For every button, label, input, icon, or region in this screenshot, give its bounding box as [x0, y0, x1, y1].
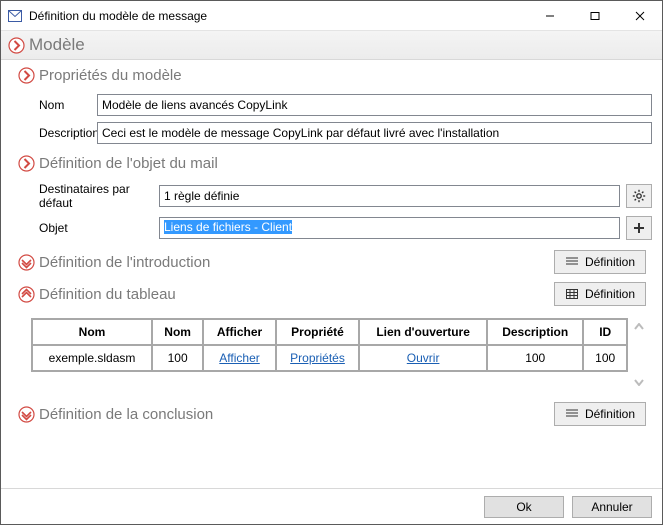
- window-title: Définition du modèle de message: [29, 9, 527, 23]
- label-recipients: Destinataires par défaut: [39, 182, 159, 210]
- td-nom: exemple.sldasm: [32, 345, 152, 371]
- section-table-label: Définition du tableau: [39, 286, 176, 303]
- td-id: 100: [583, 345, 627, 371]
- definition-intro-label: Définition: [585, 255, 635, 269]
- definition-table-label: Définition: [585, 287, 635, 301]
- section-conclusion: Définition de la conclusion Définition: [11, 398, 652, 430]
- row-objet: Objet Liens de fichiers - Client: [39, 216, 652, 240]
- th-3: Propriété: [276, 319, 359, 345]
- th-1: Nom: [152, 319, 203, 345]
- td-nom2: 100: [152, 345, 203, 371]
- maildef-content: Destinataires par défaut 1 règle définie…: [11, 182, 652, 240]
- td-ouvrir: Ouvrir: [359, 345, 487, 371]
- lines-icon: [565, 255, 579, 269]
- recipients-value: 1 règle définie: [159, 185, 620, 207]
- close-button[interactable]: [617, 1, 662, 30]
- scroll-down-icon[interactable]: [634, 374, 644, 390]
- mail-icon: [7, 8, 23, 24]
- add-button[interactable]: [626, 216, 652, 240]
- section-conclusion-label: Définition de la conclusion: [39, 406, 213, 423]
- section-table: Définition du tableau Définition: [11, 278, 652, 310]
- ok-button[interactable]: Ok: [484, 496, 564, 518]
- chevron-down-icon[interactable]: [17, 253, 35, 271]
- definition-conclusion-label: Définition: [585, 407, 635, 421]
- body: Propriétés du modèle Nom Description Déf…: [1, 60, 662, 488]
- nom-input[interactable]: [97, 94, 652, 116]
- th-4: Lien d'ouverture: [359, 319, 487, 345]
- gear-icon: [632, 189, 646, 203]
- th-0: Nom: [32, 319, 152, 345]
- link-propriete[interactable]: Propriétés: [290, 351, 345, 365]
- th-6: ID: [583, 319, 627, 345]
- section-maildef-label: Définition de l'objet du mail: [39, 155, 218, 172]
- cancel-button[interactable]: Annuler: [572, 496, 652, 518]
- maximize-button[interactable]: [572, 1, 617, 30]
- definition-conclusion-button[interactable]: Définition: [554, 402, 646, 426]
- link-ouvrir[interactable]: Ouvrir: [407, 351, 440, 365]
- definition-intro-button[interactable]: Définition: [554, 250, 646, 274]
- section-props-label: Propriétés du modèle: [39, 67, 182, 84]
- chevron-right-icon[interactable]: [17, 154, 35, 172]
- section-main-label: Modèle: [29, 35, 85, 55]
- plus-icon: [633, 222, 645, 234]
- chevron-down-icon[interactable]: [17, 405, 35, 423]
- titlebar: Définition du modèle de message: [1, 1, 662, 31]
- table-scrollbar[interactable]: [630, 318, 648, 390]
- row-recipients: Destinataires par défaut 1 règle définie: [39, 182, 652, 210]
- data-table: Nom Nom Afficher Propriété Lien d'ouvert…: [31, 318, 628, 372]
- minimize-button[interactable]: [527, 1, 572, 30]
- table-row: exemple.sldasm 100 Afficher Propriétés O…: [32, 345, 627, 371]
- section-maildef: Définition de l'objet du mail: [11, 150, 652, 176]
- td-afficher: Afficher: [203, 345, 276, 371]
- label-objet: Objet: [39, 221, 159, 235]
- th-2: Afficher: [203, 319, 276, 345]
- table-container: Nom Nom Afficher Propriété Lien d'ouvert…: [31, 318, 648, 390]
- lines-icon: [565, 407, 579, 421]
- table-icon: [565, 287, 579, 301]
- label-nom: Nom: [39, 98, 97, 112]
- chevron-right-icon[interactable]: [17, 66, 35, 84]
- objet-text: Liens de fichiers - Client: [164, 220, 292, 234]
- settings-button[interactable]: [626, 184, 652, 208]
- footer: Ok Annuler: [1, 488, 662, 524]
- table-header-row: Nom Nom Afficher Propriété Lien d'ouvert…: [32, 319, 627, 345]
- label-description: Description: [39, 126, 97, 140]
- row-description: Description: [39, 122, 652, 144]
- description-input[interactable]: [97, 122, 652, 144]
- section-intro-label: Définition de l'introduction: [39, 254, 210, 271]
- td-propriete: Propriétés: [276, 345, 359, 371]
- link-afficher[interactable]: Afficher: [219, 351, 259, 365]
- scroll-up-icon[interactable]: [634, 318, 644, 334]
- objet-input[interactable]: Liens de fichiers - Client: [159, 217, 620, 239]
- section-props: Propriétés du modèle: [11, 62, 652, 88]
- chevron-up-icon[interactable]: [17, 285, 35, 303]
- td-desc: 100: [487, 345, 583, 371]
- section-main: Modèle: [1, 31, 662, 60]
- props-content: Nom Description: [11, 94, 652, 144]
- definition-table-button[interactable]: Définition: [554, 282, 646, 306]
- row-nom: Nom: [39, 94, 652, 116]
- section-intro: Définition de l'introduction Définition: [11, 246, 652, 278]
- chevron-right-icon[interactable]: [7, 36, 25, 54]
- th-5: Description: [487, 319, 583, 345]
- window: Définition du modèle de message Modèle P…: [0, 0, 663, 525]
